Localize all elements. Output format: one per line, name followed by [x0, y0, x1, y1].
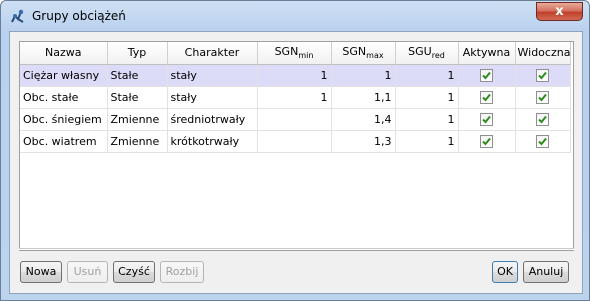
check-icon [482, 115, 491, 124]
cell-widoczna [515, 64, 571, 87]
table-row[interactable]: Ciężar własny Stałe stały 1 1 1 [20, 64, 571, 87]
dialog-window: Grupy obciążeń x Nazwa Typ Charakter SGNmin… [0, 0, 590, 301]
cell-sgn-min[interactable] [257, 130, 332, 153]
close-icon: x [555, 4, 564, 19]
check-icon [538, 115, 547, 124]
cell-nazwa[interactable]: Obc. wiatrem [20, 130, 108, 153]
cell-sgn-min[interactable]: 1 [257, 64, 332, 87]
cell-widoczna [515, 108, 571, 131]
check-icon [538, 93, 547, 102]
cell-nazwa[interactable]: Obc. stałe [20, 86, 108, 109]
header-typ[interactable]: Typ [107, 42, 168, 65]
check-icon [538, 137, 547, 146]
table-body: Ciężar własny Stałe stały 1 1 1 Obc. stałe Stał… [20, 64, 571, 153]
widoczna-checkbox[interactable] [536, 134, 549, 148]
app-icon [9, 7, 27, 25]
column-label: SGU [408, 45, 432, 59]
cell-sgn-max[interactable]: 1,4 [331, 108, 396, 131]
cancel-button[interactable]: Anuluj [523, 261, 569, 283]
window-title: Grupy obciążeń [32, 9, 126, 23]
cell-sgu-red[interactable]: 1 [395, 86, 459, 109]
check-icon [482, 71, 491, 80]
clear-button[interactable]: Czyść [113, 261, 155, 283]
cell-sgn-max[interactable]: 1 [331, 64, 396, 87]
check-icon [482, 137, 491, 146]
split-button[interactable]: Rozbij [160, 261, 204, 283]
cell-sgn-max[interactable]: 1,1 [331, 86, 396, 109]
check-icon [482, 93, 491, 102]
cell-typ[interactable]: Stałe [107, 64, 168, 87]
cell-widoczna [515, 130, 571, 153]
header-widoczna[interactable]: Widoczna [515, 42, 571, 65]
cell-nazwa[interactable]: Obc. śniegiem [20, 108, 108, 131]
widoczna-checkbox[interactable] [536, 90, 549, 104]
cell-typ[interactable]: Zmienne [107, 130, 168, 153]
widoczna-checkbox[interactable] [536, 68, 549, 82]
title-bar[interactable]: Grupy obciążeń x [1, 1, 589, 31]
table-row[interactable]: Obc. wiatrem Zmienne krótkotrwały 1,3 1 [20, 130, 571, 153]
cell-nazwa[interactable]: Ciężar własny [20, 64, 108, 87]
cell-charakter[interactable]: stały [167, 86, 258, 109]
table-row[interactable]: Obc. śniegiem Zmienne średniotrwały 1,4 1 [20, 108, 571, 131]
dialog-client: Nazwa Typ Charakter SGNmin SGNmax SGUred Aktyw… [9, 31, 583, 294]
column-label: SGN [342, 45, 367, 59]
aktywna-checkbox[interactable] [480, 68, 493, 82]
cell-sgu-red[interactable]: 1 [395, 64, 459, 87]
header-sgn-max[interactable]: SGNmax [331, 42, 396, 65]
column-label: Nazwa [45, 46, 82, 60]
cell-aktywna [458, 108, 516, 131]
cell-sgn-min[interactable] [257, 108, 332, 131]
column-label: Charakter [184, 46, 240, 60]
cell-widoczna [515, 86, 571, 109]
column-label: Typ [127, 46, 147, 60]
column-label-subscript: red [431, 51, 445, 61]
table-row[interactable]: Obc. stałe Stałe stały 1 1,1 1 [20, 86, 571, 109]
column-label: Widoczna [517, 46, 570, 60]
separator [19, 248, 574, 250]
cell-sgn-max[interactable]: 1,3 [331, 130, 396, 153]
load-groups-table-panel: Nazwa Typ Charakter SGNmin SGNmax SGUred Aktyw… [19, 41, 574, 251]
cell-aktywna [458, 86, 516, 109]
table-header-row: Nazwa Typ Charakter SGNmin SGNmax SGUred Aktyw… [20, 42, 571, 65]
column-label-subscript: max [366, 51, 384, 61]
header-aktywna[interactable]: Aktywna [458, 42, 516, 65]
header-charakter[interactable]: Charakter [167, 42, 258, 65]
header-nazwa[interactable]: Nazwa [20, 42, 108, 65]
cell-charakter[interactable]: średniotrwały [167, 108, 258, 131]
cell-aktywna [458, 130, 516, 153]
cell-charakter[interactable]: krótkotrwały [167, 130, 258, 153]
check-icon [538, 71, 547, 80]
cell-charakter[interactable]: stały [167, 64, 258, 87]
close-button[interactable]: x [536, 2, 583, 21]
column-label-subscript: min [298, 51, 314, 61]
cell-sgu-red[interactable]: 1 [395, 130, 459, 153]
header-sgu-red[interactable]: SGUred [395, 42, 459, 65]
header-sgn-min[interactable]: SGNmin [257, 42, 332, 65]
aktywna-checkbox[interactable] [480, 90, 493, 104]
aktywna-checkbox[interactable] [480, 134, 493, 148]
ok-button[interactable]: OK [492, 261, 518, 283]
column-label: Aktywna [462, 46, 511, 60]
aktywna-checkbox[interactable] [480, 112, 493, 126]
new-button[interactable]: Nowa [20, 261, 62, 283]
column-label: SGN [274, 45, 299, 59]
cell-sgn-min[interactable]: 1 [257, 86, 332, 109]
delete-button[interactable]: Usuń [67, 261, 108, 283]
cell-aktywna [458, 64, 516, 87]
cell-typ[interactable]: Zmienne [107, 108, 168, 131]
cell-sgu-red[interactable]: 1 [395, 108, 459, 131]
load-groups-table: Nazwa Typ Charakter SGNmin SGNmax SGUred Aktyw… [20, 42, 571, 153]
cell-typ[interactable]: Stałe [107, 86, 168, 109]
widoczna-checkbox[interactable] [536, 112, 549, 126]
